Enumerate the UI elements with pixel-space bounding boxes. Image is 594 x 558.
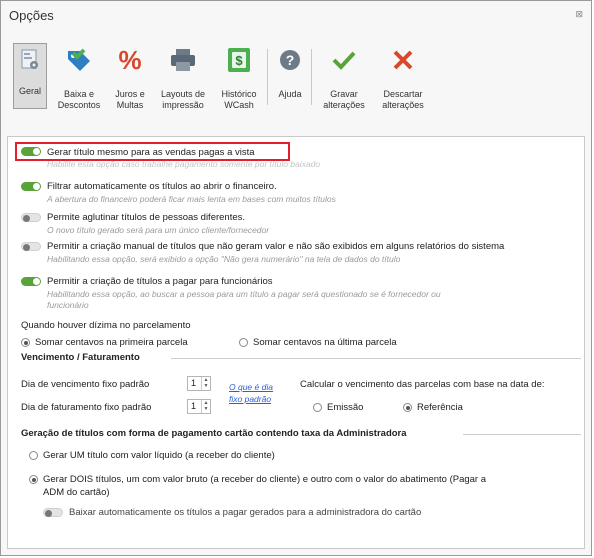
percent-icon: % (118, 45, 141, 75)
gravar-alteracoes-button[interactable]: Gravar alterações (317, 41, 371, 129)
historico-wcash-button[interactable]: $ Histórico WCash (215, 41, 263, 129)
juros-label: Juros e Multas (115, 89, 145, 110)
toggle-filtrar-titulos[interactable] (21, 182, 41, 191)
radio-label: Emissão (327, 402, 364, 413)
geral-label: Geral (18, 86, 41, 96)
toolbar: Geral Baixa e Descontos % Juros e Multas (7, 37, 585, 133)
cancel-x-icon (393, 50, 413, 70)
option-label: Gerar título mesmo para as vendas pagas … (47, 147, 255, 158)
juros-multas-button[interactable]: % Juros e Multas (111, 41, 149, 129)
radio-emissao[interactable] (313, 403, 322, 412)
section-cartao-title: Geração de títulos com forma de pagament… (21, 428, 407, 439)
toggle-criacao-manual[interactable] (21, 242, 41, 251)
ajuda-button[interactable]: ? Ajuda (273, 41, 307, 129)
descartar-label: Descartar alterações (382, 89, 424, 110)
option-hint: Habilitando essa opção, ao buscar a pess… (47, 289, 441, 299)
option-label: Permitir a criação de títulos a pagar pa… (47, 276, 273, 287)
printer-icon (171, 49, 195, 71)
section-divider (171, 358, 581, 359)
svg-text:?: ? (286, 52, 295, 68)
help-link-dia-fixo-2[interactable]: fixo padrão (229, 394, 271, 404)
section-vencimento-title: Vencimento / Faturamento (21, 352, 140, 363)
radio-label: Gerar UM título com valor líquido (a rec… (43, 450, 275, 461)
checkmark-icon (332, 51, 356, 70)
title-bar: Opções ⊠ (1, 1, 591, 29)
help-link-dia-fixo[interactable]: O que é dia (229, 382, 273, 392)
option-hint: Habilite esta opção caso trabalhe pagame… (47, 159, 321, 169)
dia-vencimento-input[interactable]: 1 ▲ ▼ (187, 376, 211, 391)
radio-gerar-um-titulo[interactable] (29, 451, 38, 460)
layouts-label: Layouts de impressão (160, 89, 206, 110)
dia-vencimento-label: Dia de vencimento fixo padrão (21, 379, 150, 390)
svg-text:%: % (118, 45, 141, 75)
toggle-aglutinar-titulos[interactable] (21, 213, 41, 222)
dia-faturamento-label: Dia de faturamento fixo padrão (21, 402, 152, 413)
option-label: Baixar automaticamente os títulos a paga… (69, 507, 422, 518)
option-hint: A abertura do financeiro poderá ficar ma… (47, 194, 336, 204)
radio-referencia[interactable] (403, 403, 412, 412)
layouts-impressao-button[interactable]: Layouts de impressão (155, 41, 211, 129)
radio-ultima-parcela[interactable] (239, 338, 248, 347)
window-title: Opções (9, 8, 54, 23)
radio-label: Referência (417, 402, 463, 413)
ajuda-label: Ajuda (278, 89, 302, 99)
toggle-gerar-titulo[interactable] (21, 147, 41, 156)
geral-button[interactable]: Geral (13, 43, 47, 109)
option-label: Permite aglutinar títulos de pessoas dif… (47, 212, 246, 223)
general-settings-icon (21, 49, 38, 69)
baixa-label: Baixa e Descontos (57, 89, 101, 110)
wcash-icon: $ (228, 48, 250, 72)
option-label: Filtrar automaticamente os títulos ao ab… (47, 181, 277, 192)
radio-gerar-dois-titulos[interactable] (29, 475, 38, 484)
baixa-descontos-button[interactable]: Baixa e Descontos (53, 41, 105, 129)
dia-faturamento-input[interactable]: 1 ▲ ▼ (187, 399, 211, 414)
spinner-arrows-icon[interactable]: ▲ ▼ (201, 400, 210, 413)
option-label: Permitir a criação manual de títulos que… (47, 241, 505, 252)
discount-tag-icon (68, 48, 90, 71)
close-icon[interactable]: ⊠ (575, 9, 583, 20)
option-hint: funcionário (47, 300, 89, 310)
options-window: Opções ⊠ Geral Baixa e Descontos % Juros… (0, 0, 592, 556)
toggle-titulos-funcionarios[interactable] (21, 277, 41, 286)
gravar-label: Gravar alterações (323, 89, 365, 110)
calcular-vencimento-label: Calcular o vencimento das parcelas com b… (300, 379, 545, 390)
historico-label: Histórico WCash (221, 89, 257, 110)
help-icon: ? (280, 50, 300, 70)
radio-label: ADM do cartão) (43, 487, 110, 498)
spinner-arrows-icon[interactable]: ▲ ▼ (201, 377, 210, 390)
radio-primeira-parcela[interactable] (21, 338, 30, 347)
toolbar-separator (267, 49, 268, 105)
option-hint: O novo título gerado será para um único … (47, 225, 270, 235)
radio-label: Somar centavos na primeira parcela (35, 337, 188, 348)
descartar-alteracoes-button[interactable]: Descartar alterações (375, 41, 431, 129)
svg-text:$: $ (235, 53, 243, 68)
section-divider (463, 434, 581, 435)
radio-label: Somar centavos na última parcela (253, 337, 397, 348)
toolbar-separator (311, 49, 312, 105)
toggle-baixar-automaticamente[interactable] (43, 508, 63, 517)
dizima-label: Quando houver dízima no parcelamento (21, 320, 191, 331)
radio-label: Gerar DOIS títulos, um com valor bruto (… (43, 474, 487, 485)
option-hint: Habilitando essa opção, será exibido a o… (47, 254, 401, 264)
